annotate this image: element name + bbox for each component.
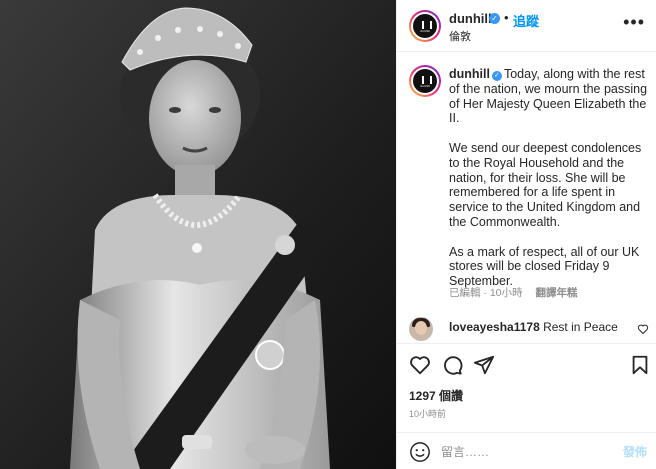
comment-like-heart-icon[interactable] bbox=[637, 323, 649, 335]
comment-text: Rest in Peace bbox=[543, 320, 618, 334]
queen-portrait-image bbox=[0, 0, 396, 469]
comments-section[interactable]: dunhill dunhill ✓ Today, along with the re… bbox=[397, 53, 656, 343]
comment-bubble-icon[interactable] bbox=[441, 354, 463, 376]
more-options-icon[interactable]: ••• bbox=[623, 12, 645, 33]
post-header: dunhill dunhill ✓ • 追蹤 倫敦 ••• bbox=[397, 0, 656, 52]
emoji-smiley-icon[interactable] bbox=[409, 441, 431, 463]
post-photo[interactable] bbox=[0, 0, 396, 469]
location-link[interactable]: 倫敦 bbox=[449, 28, 471, 44]
caption-author-avatar[interactable]: dunhill bbox=[409, 65, 441, 97]
caption-meta: 已編輯 · 10小時 翻譯年糕 bbox=[449, 285, 577, 300]
caption-username[interactable]: dunhill bbox=[449, 67, 490, 81]
caption-paragraph-2: We send our deepest condolences to the R… bbox=[449, 140, 642, 229]
add-comment-bar: 發佈 bbox=[397, 432, 656, 469]
caption-paragraph-3: As a mark of respect, all of our UK stor… bbox=[449, 244, 640, 289]
follow-button[interactable]: 追蹤 bbox=[513, 11, 539, 30]
commenter-avatar[interactable] bbox=[409, 317, 433, 341]
meta-separator: · bbox=[483, 287, 487, 299]
paper-plane-icon[interactable] bbox=[473, 354, 495, 376]
verified-badge-icon: ✓ bbox=[489, 13, 500, 24]
post-timestamp[interactable]: 10小時前 bbox=[409, 407, 446, 420]
bookmark-icon[interactable] bbox=[629, 354, 651, 376]
see-translation-link[interactable]: 翻譯年糕 bbox=[535, 287, 577, 299]
comment-input[interactable] bbox=[441, 442, 601, 462]
author-avatar[interactable]: dunhill bbox=[409, 10, 441, 42]
follow-separator: • bbox=[504, 10, 509, 25]
edited-label: 已編輯 bbox=[449, 287, 481, 299]
avatar-logo-text: dunhill bbox=[419, 29, 431, 33]
relative-time: 10小時 bbox=[489, 287, 523, 299]
avatar-logo-text: dunhill bbox=[419, 84, 431, 88]
commenter-username[interactable]: loveayesha1178 bbox=[449, 320, 540, 334]
post-actions-bar bbox=[397, 343, 656, 383]
post-side-panel: dunhill dunhill ✓ • 追蹤 倫敦 ••• dunhill du… bbox=[396, 0, 656, 469]
likes-count[interactable]: 1297 個讚 bbox=[409, 387, 463, 404]
author-username[interactable]: dunhill bbox=[449, 11, 492, 26]
post-comment-button[interactable]: 發佈 bbox=[623, 443, 647, 460]
post-caption: dunhill ✓ Today, along with the rest of th… bbox=[449, 67, 649, 304]
heart-icon[interactable] bbox=[409, 354, 431, 376]
comment: loveayesha1178 Rest in Peace bbox=[449, 320, 618, 334]
verified-badge-icon: ✓ bbox=[491, 71, 502, 81]
